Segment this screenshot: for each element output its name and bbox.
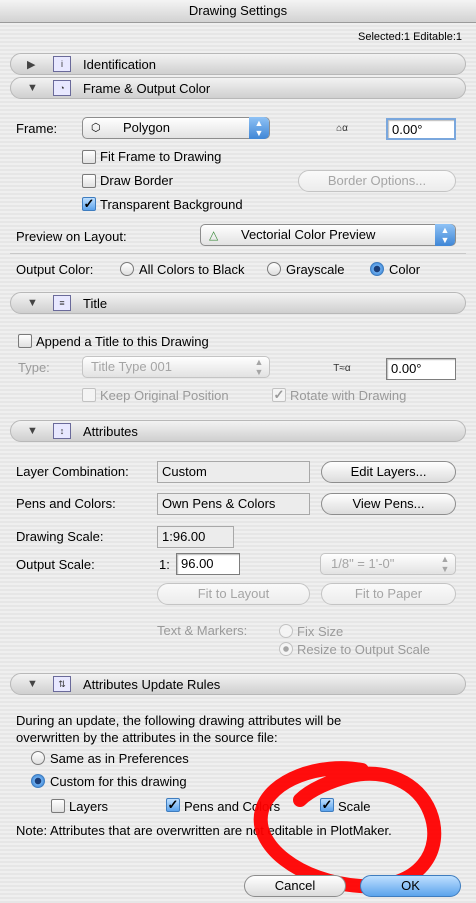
update-description-1: During an update, the following drawing …: [16, 713, 342, 728]
pens-colors-value: Own Pens & Colors: [157, 493, 310, 515]
draw-border-checkbox[interactable]: [82, 174, 96, 188]
resize-scale-radio[interactable]: [279, 642, 293, 656]
disclosure-down-icon[interactable]: ▼: [27, 297, 38, 309]
edit-layers-button[interactable]: Edit Layers...: [321, 461, 456, 483]
frame-value: Polygon: [123, 120, 170, 135]
rotate-drawing-label: Rotate with Drawing: [290, 388, 407, 403]
color-preview-icon: △: [209, 228, 219, 242]
disclosure-down-icon[interactable]: ▼: [27, 425, 38, 437]
all-black-radio[interactable]: [120, 262, 134, 276]
scale-preset-value: 1/8" = 1'-0": [331, 556, 395, 571]
custom-drawing-radio[interactable]: [31, 774, 45, 788]
cancel-button[interactable]: Cancel: [244, 875, 346, 897]
scale-preset-popup[interactable]: 1/8" = 1'-0" ▲ ▼: [320, 553, 456, 575]
section-label: Title: [83, 296, 108, 311]
border-options-button[interactable]: Border Options...: [298, 170, 456, 192]
fit-paper-button[interactable]: Fit to Paper: [321, 583, 456, 605]
section-title[interactable]: ▼ ≡ Title: [10, 292, 466, 314]
drawing-scale-value: 1:96.00: [157, 526, 234, 548]
popup-arrows-icon: ▲ ▼: [254, 357, 264, 377]
popup-arrows-icon: ▲ ▼: [440, 554, 450, 574]
title-type-popup[interactable]: Title Type 001 ▲ ▼: [82, 356, 270, 378]
same-prefs-label: Same as in Preferences: [50, 751, 189, 766]
update-rules-icon: ⇅: [53, 676, 71, 692]
section-frame-output[interactable]: ▼ ◔ Frame & Output Color: [10, 77, 466, 99]
custom-drawing-label: Custom for this drawing: [50, 774, 187, 789]
section-label: Attributes: [83, 424, 138, 439]
transparent-bg-checkbox[interactable]: ✓: [82, 197, 96, 211]
pens-colors-update-label: Pens and Colors: [184, 799, 281, 814]
section-label: Attributes Update Rules: [83, 677, 221, 692]
view-pens-button[interactable]: View Pens...: [321, 493, 456, 515]
fix-size-label: Fix Size: [297, 624, 344, 639]
fit-layout-button[interactable]: Fit to Layout: [157, 583, 310, 605]
fit-frame-checkbox[interactable]: [82, 150, 96, 164]
frame-icon: ◔: [53, 80, 71, 96]
info-icon: i: [53, 56, 71, 72]
layers-label: Layers: [69, 799, 109, 814]
same-prefs-radio[interactable]: [31, 751, 45, 765]
output-scale-field[interactable]: 96.00: [176, 553, 240, 575]
section-label: Frame & Output Color: [83, 81, 211, 96]
section-label: Identification: [83, 57, 156, 72]
keep-position-checkbox[interactable]: [82, 388, 96, 402]
pens-colors-checkbox[interactable]: ✓: [166, 798, 180, 812]
fix-size-radio[interactable]: [279, 624, 293, 638]
scale-label: Scale: [338, 799, 371, 814]
section-attributes[interactable]: ▼ ↕ Attributes: [10, 420, 466, 442]
color-label: Color: [389, 262, 421, 277]
section-update-rules[interactable]: ▼ ⇅ Attributes Update Rules: [10, 673, 466, 695]
update-note: Note: Attributes that are overwritten ar…: [16, 823, 392, 838]
grayscale-label: Grayscale: [286, 262, 345, 277]
title-rotate-icon: T≈α: [333, 363, 351, 374]
rotate-drawing-checkbox[interactable]: ✓: [272, 388, 286, 402]
scale-checkbox[interactable]: ✓: [320, 798, 334, 812]
window-title-bar: Drawing Settings: [0, 0, 476, 23]
title-type-value: Title Type 001: [91, 359, 172, 374]
attributes-icon: ↕: [53, 423, 71, 439]
frame-angle-field[interactable]: 0.00°: [386, 118, 456, 140]
drawing-scale-label: Drawing Scale:: [16, 529, 104, 544]
transparent-bg-label: Transparent Background: [100, 197, 243, 212]
title-angle-field[interactable]: 0.00°: [386, 358, 456, 380]
layer-combination-label: Layer Combination:: [16, 464, 129, 479]
output-scale-prefix: 1:: [159, 557, 170, 572]
selection-status: Selected:1 Editable:1: [358, 31, 462, 43]
append-title-label: Append a Title to this Drawing: [36, 334, 209, 349]
disclosure-right-icon[interactable]: ▶: [27, 58, 35, 71]
output-color-label: Output Color:: [16, 262, 94, 277]
section-identification[interactable]: ▶ i Identification: [10, 53, 466, 75]
append-title-checkbox[interactable]: [18, 334, 32, 348]
draw-border-label: Draw Border: [100, 173, 173, 188]
output-scale-label: Output Scale:: [16, 557, 95, 572]
color-radio[interactable]: [370, 262, 384, 276]
title-icon: ≡: [53, 295, 71, 311]
disclosure-down-icon[interactable]: ▼: [27, 678, 38, 690]
popup-arrows-icon: ▲ ▼: [249, 117, 269, 139]
polygon-icon: ⬡: [91, 122, 101, 134]
type-label: Type:: [18, 360, 50, 375]
keep-position-label: Keep Original Position: [100, 388, 229, 403]
update-description-2: overwritten by the attributes in the sou…: [16, 730, 278, 745]
popup-arrows-icon: ▲ ▼: [435, 224, 455, 246]
resize-scale-label: Resize to Output Scale: [297, 642, 430, 657]
preview-popup[interactable]: △ Vectorial Color Preview ▲ ▼: [200, 224, 456, 246]
pens-colors-label: Pens and Colors:: [16, 496, 116, 511]
preview-value: Vectorial Color Preview: [241, 227, 376, 242]
preview-label: Preview on Layout:: [16, 229, 127, 244]
rotate-angle-icon: ⌂α: [336, 123, 348, 134]
fit-frame-label: Fit Frame to Drawing: [100, 149, 222, 164]
frame-label: Frame:: [16, 121, 58, 136]
layer-combination-value: Custom: [157, 461, 310, 483]
grayscale-radio[interactable]: [267, 262, 281, 276]
layers-checkbox[interactable]: [51, 799, 65, 813]
all-black-label: All Colors to Black: [139, 262, 245, 277]
divider: [10, 253, 466, 254]
disclosure-down-icon[interactable]: ▼: [27, 82, 38, 94]
frame-popup[interactable]: ⬡ Polygon ▲ ▼: [82, 117, 270, 139]
window-title: Drawing Settings: [188, 3, 288, 18]
ok-button[interactable]: OK: [360, 875, 461, 897]
text-markers-label: Text & Markers:: [157, 623, 248, 638]
